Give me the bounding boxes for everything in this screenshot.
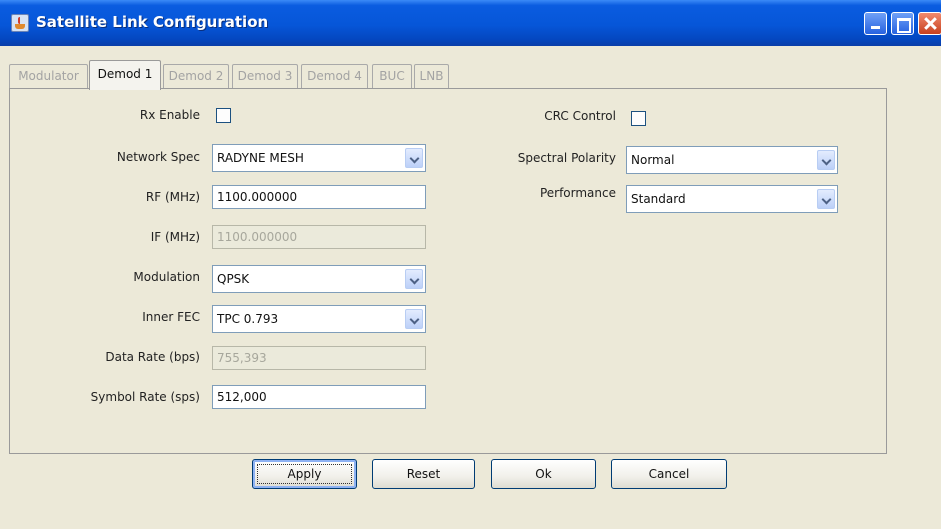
inner-fec-value: TPC 0.793 bbox=[217, 312, 279, 326]
spectral-polarity-label: Spectral Polarity bbox=[517, 151, 616, 165]
rf-mhz-input[interactable]: 1100.000000 bbox=[212, 185, 426, 209]
cancel-button[interactable]: Cancel bbox=[611, 459, 727, 489]
crc-control-label: CRC Control bbox=[544, 109, 616, 123]
performance-label: Performance bbox=[539, 186, 616, 200]
if-mhz-input: 1100.000000 bbox=[212, 225, 426, 249]
close-button[interactable] bbox=[918, 12, 941, 35]
crc-control-checkbox[interactable] bbox=[631, 111, 646, 126]
tab-demod-3[interactable]: Demod 3 bbox=[232, 64, 298, 88]
network-spec-select[interactable]: RADYNE MESH bbox=[212, 144, 426, 172]
chevron-down-icon[interactable] bbox=[405, 269, 423, 289]
inner-fec-label: Inner FEC bbox=[142, 310, 200, 324]
spectral-polarity-select[interactable]: Normal bbox=[626, 146, 838, 174]
chevron-down-icon[interactable] bbox=[817, 189, 835, 209]
rx-enable-checkbox[interactable] bbox=[216, 108, 231, 123]
performance-select[interactable]: Standard bbox=[626, 185, 838, 213]
data-rate-input: 755,393 bbox=[212, 346, 426, 370]
title-bar[interactable]: Satellite Link Configuration bbox=[0, 0, 941, 46]
ok-button[interactable]: Ok bbox=[491, 459, 596, 489]
network-spec-label: Network Spec bbox=[116, 150, 200, 164]
tab-buc[interactable]: BUC bbox=[372, 64, 412, 88]
modulation-select[interactable]: QPSK bbox=[212, 265, 426, 293]
minimize-button[interactable] bbox=[864, 12, 887, 35]
if-mhz-label: IF (MHz) bbox=[150, 230, 200, 244]
tab-modulator[interactable]: Modulator bbox=[9, 64, 88, 88]
network-spec-value: RADYNE MESH bbox=[217, 151, 304, 165]
inner-fec-select[interactable]: TPC 0.793 bbox=[212, 305, 426, 333]
tab-demod-4[interactable]: Demod 4 bbox=[301, 64, 368, 88]
tab-demod-1[interactable]: Demod 1 bbox=[89, 60, 161, 90]
modulation-label: Modulation bbox=[133, 270, 200, 284]
chevron-down-icon[interactable] bbox=[405, 148, 423, 168]
data-rate-label: Data Rate (bps) bbox=[105, 350, 200, 364]
tab-demod-2[interactable]: Demod 2 bbox=[163, 64, 229, 88]
java-app-icon bbox=[11, 14, 29, 32]
modulation-value: QPSK bbox=[217, 272, 250, 286]
apply-label: Apply bbox=[287, 467, 322, 481]
symbol-rate-label: Symbol Rate (sps) bbox=[90, 390, 200, 404]
rx-enable-label: Rx Enable bbox=[139, 108, 200, 122]
maximize-button[interactable] bbox=[891, 12, 914, 35]
window-title: Satellite Link Configuration bbox=[36, 13, 269, 31]
chevron-down-icon[interactable] bbox=[405, 309, 423, 329]
reset-button[interactable]: Reset bbox=[372, 459, 475, 489]
satellite-link-window: Satellite Link Configuration Modulator D… bbox=[0, 0, 941, 529]
performance-value: Standard bbox=[631, 192, 686, 206]
chevron-down-icon[interactable] bbox=[817, 150, 835, 170]
symbol-rate-input[interactable]: 512,000 bbox=[212, 385, 426, 409]
spectral-polarity-value: Normal bbox=[631, 153, 675, 167]
tab-lnb[interactable]: LNB bbox=[414, 64, 449, 88]
apply-button[interactable]: Apply bbox=[252, 459, 357, 489]
rf-mhz-label: RF (MHz) bbox=[145, 190, 200, 204]
